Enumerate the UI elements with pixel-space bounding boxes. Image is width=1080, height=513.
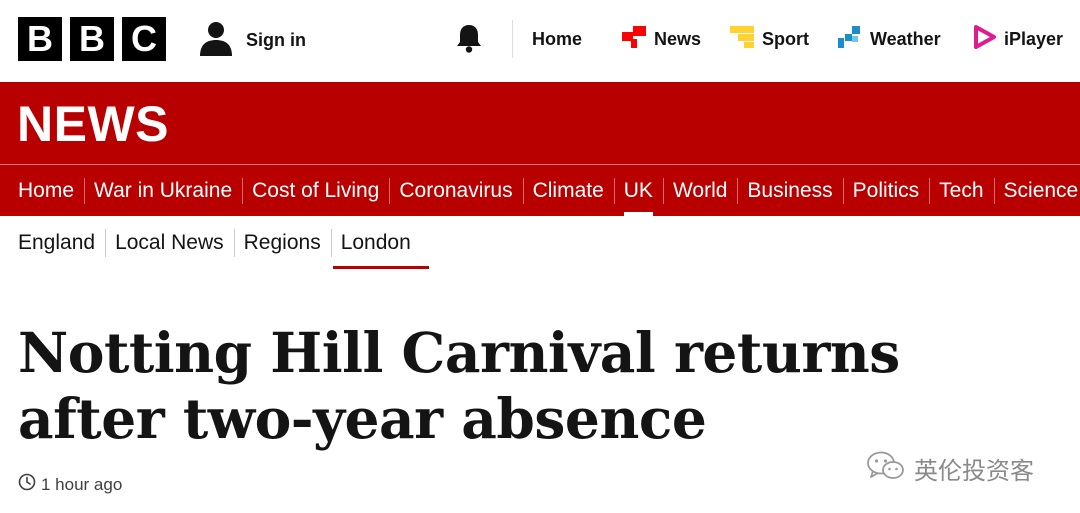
timestamp-text: 1 hour ago xyxy=(41,474,123,494)
bbc-logo[interactable]: B B C xyxy=(18,17,166,61)
subnav-item-england[interactable]: England xyxy=(8,217,105,269)
nav-item-tech[interactable]: Tech xyxy=(929,165,993,216)
secondary-nav: England Local News Regions London xyxy=(0,216,1080,270)
nav-item-coronavirus[interactable]: Coronavirus xyxy=(389,165,522,216)
sport-icon xyxy=(730,25,754,53)
sign-in-label: Sign in xyxy=(246,30,306,50)
subnav-item-london[interactable]: London xyxy=(330,217,429,269)
news-banner: NEWS xyxy=(0,82,1080,164)
sign-in-link[interactable]: Sign in xyxy=(198,20,306,61)
topnav-iplayer[interactable]: iPlayer xyxy=(974,24,1063,54)
nav-item-business[interactable]: Business xyxy=(737,165,842,216)
news-wordmark[interactable]: NEWS xyxy=(17,94,169,154)
topnav-sport-label: Sport xyxy=(762,28,809,49)
nav-item-science[interactable]: Science xyxy=(993,165,1080,216)
article-timestamp: 1 hour ago xyxy=(18,473,122,496)
nav-item-home[interactable]: Home xyxy=(8,165,84,216)
nav-item-war-in-ukraine[interactable]: War in Ukraine xyxy=(84,165,242,216)
nav-item-world[interactable]: World xyxy=(662,165,737,216)
topnav-news-label: News xyxy=(654,28,702,49)
topnav-home[interactable]: Home xyxy=(532,24,582,54)
iplayer-icon xyxy=(974,24,996,54)
weather-icon xyxy=(838,25,862,53)
wechat-icon xyxy=(866,450,906,487)
nav-item-politics[interactable]: Politics xyxy=(842,165,930,216)
subnav-item-local-news[interactable]: Local News xyxy=(105,217,234,269)
nav-item-uk[interactable]: UK xyxy=(613,165,663,216)
article-headline: Notting Hill Carnival returns after two-… xyxy=(18,320,900,451)
bbc-logo-block: C xyxy=(122,17,166,61)
bbc-logo-block: B xyxy=(18,17,62,61)
nav-item-climate[interactable]: Climate xyxy=(522,165,614,216)
topnav-sport[interactable]: Sport xyxy=(730,24,809,54)
topnav-news[interactable]: News xyxy=(622,24,701,54)
watermark-text: 英伦投资客 xyxy=(914,457,1034,485)
wechat-watermark: 英伦投资客 xyxy=(866,450,1034,487)
masthead-divider xyxy=(512,20,513,58)
bbc-masthead: B B C Sign in Home News Sport Weather iP… xyxy=(0,0,1080,80)
primary-nav: Home War in Ukraine Cost of Living Coron… xyxy=(0,165,1080,216)
topnav-home-label: Home xyxy=(532,28,583,49)
nav-item-cost-of-living[interactable]: Cost of Living xyxy=(242,165,389,216)
subnav-item-regions[interactable]: Regions xyxy=(233,217,331,269)
topnav-iplayer-label: iPlayer xyxy=(1004,28,1064,49)
topnav-weather-label: Weather xyxy=(870,28,941,49)
clock-icon xyxy=(18,473,36,496)
bbc-logo-block: B xyxy=(70,17,114,61)
topnav-weather[interactable]: Weather xyxy=(838,24,941,54)
user-icon xyxy=(198,20,234,61)
notifications-bell-icon[interactable] xyxy=(455,23,483,58)
news-icon xyxy=(622,25,646,53)
